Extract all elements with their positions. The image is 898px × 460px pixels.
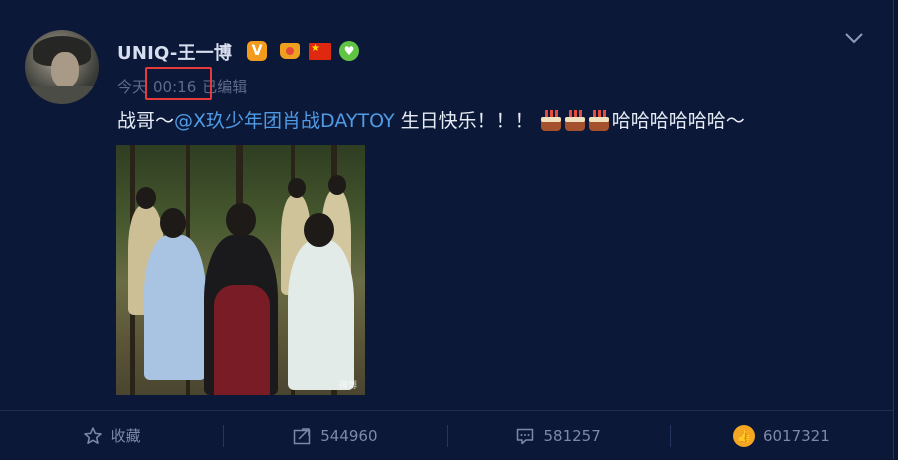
username[interactable]: UNIQ-王一博 (117, 39, 232, 65)
photo-figure-head (136, 187, 156, 209)
chevron-down-icon[interactable] (843, 30, 865, 46)
photo-figure-blue-robe (144, 235, 206, 380)
china-flag-icon[interactable]: ★ (309, 43, 331, 60)
photo-figure-head (304, 213, 334, 247)
photo-figure-head (226, 203, 256, 237)
like-button[interactable]: 👍 6017321 (669, 411, 893, 460)
action-bar: 收藏 544960 581257 👍 6017321 (0, 410, 893, 460)
birthday-cake-icon (564, 109, 586, 131)
comment-icon (517, 428, 534, 444)
favorite-button[interactable]: 收藏 (0, 411, 223, 460)
comment-count: 581257 (543, 426, 601, 445)
like-count: 6017321 (762, 426, 830, 445)
post-text-suffix: 哈哈哈哈哈哈～ (611, 110, 745, 132)
star-icon (83, 426, 102, 444)
photo-figure-head (160, 208, 186, 238)
avatar[interactable] (25, 30, 99, 104)
verified-badge-icon[interactable]: V (247, 41, 267, 61)
comment-button[interactable]: 581257 (446, 411, 670, 460)
crown-icon[interactable] (279, 40, 301, 62)
post-text: 战哥～@X玖少年团肖战DAYTOY 生日快乐！！！ 哈哈哈哈哈哈～ (117, 106, 745, 133)
birthday-cake-icon (588, 109, 610, 131)
avatar-shoulder (25, 86, 99, 104)
photo-figure-red-skirt (214, 285, 270, 395)
birthday-cake-icon (540, 109, 562, 131)
weibo-post-card: UNIQ-王一博 V ★ ♥ 今天 00:16 已编辑 战哥～@X玖少年团肖战DAY… (0, 0, 894, 459)
mention-link[interactable]: @X玖少年团肖战DAYTOY (174, 110, 395, 132)
repost-count: 544960 (320, 426, 378, 445)
thumbs-up-icon: 👍 (732, 424, 755, 447)
post-day: 今天 (117, 78, 148, 96)
time-highlight-box (145, 67, 212, 100)
photo-figure-head (288, 178, 306, 198)
post-text-middle: 生日快乐！！！ (394, 110, 534, 132)
post-text-prefix: 战哥～ (117, 110, 175, 132)
avatar-face (51, 52, 79, 88)
photo-figure-head (328, 175, 346, 195)
photo-watermark: 微博 (338, 381, 357, 391)
post-photo[interactable]: 微博 (116, 145, 365, 395)
green-heart-icon[interactable]: ♥ (339, 41, 359, 61)
repost-button[interactable]: 544960 (223, 411, 446, 460)
photo-figure-white-robe (288, 240, 354, 390)
favorite-label: 收藏 (110, 427, 141, 445)
repost-icon (293, 427, 311, 444)
